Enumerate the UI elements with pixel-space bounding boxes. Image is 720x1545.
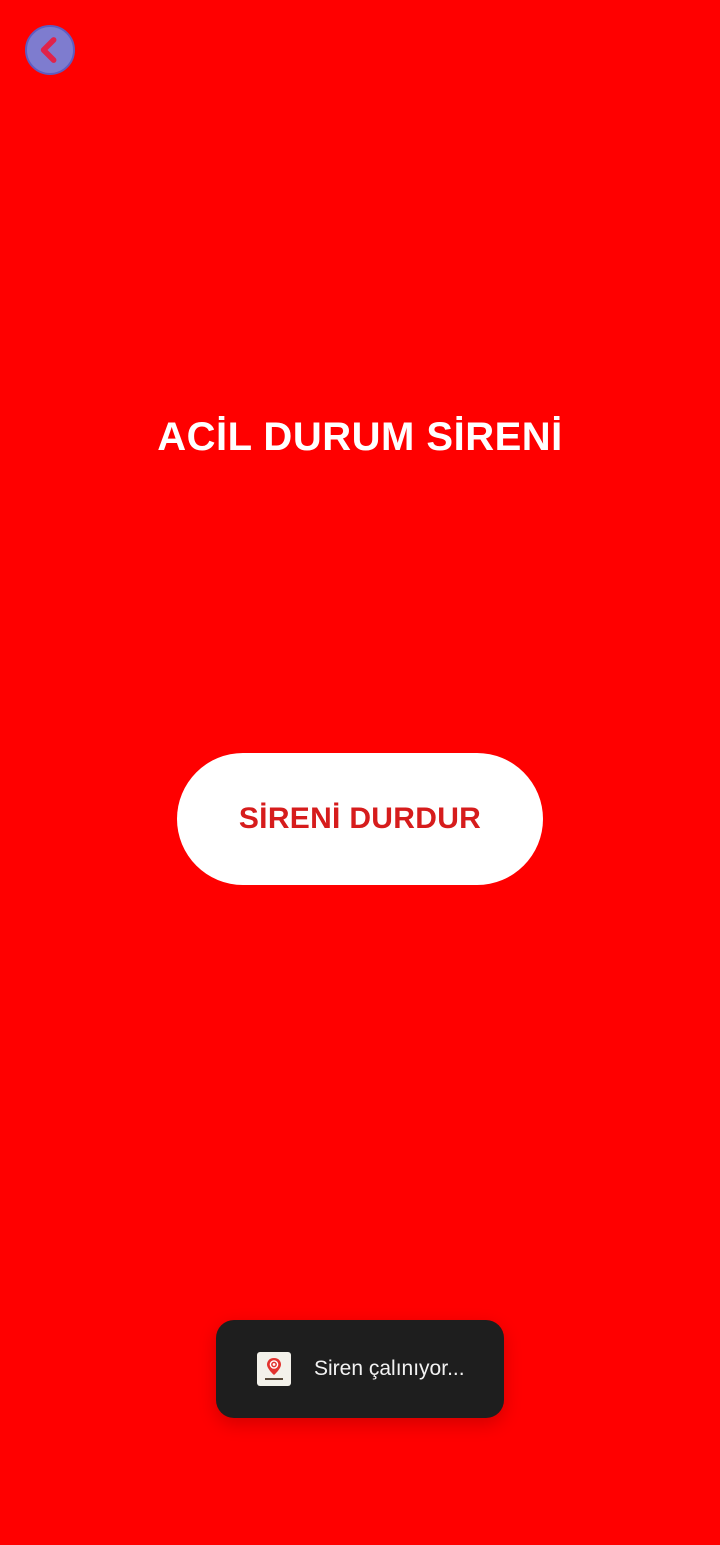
stop-siren-button[interactable]: SİRENİ DURDUR: [177, 753, 543, 885]
app-logo-icon: [257, 1352, 291, 1386]
page-title: ACİL DURUM SİRENİ: [157, 415, 563, 459]
back-button[interactable]: [25, 25, 75, 75]
toast-message: Siren çalınıyor...: [314, 1357, 465, 1380]
chevron-left-icon: [40, 37, 57, 63]
toast-notification: Siren çalınıyor...: [216, 1320, 504, 1418]
